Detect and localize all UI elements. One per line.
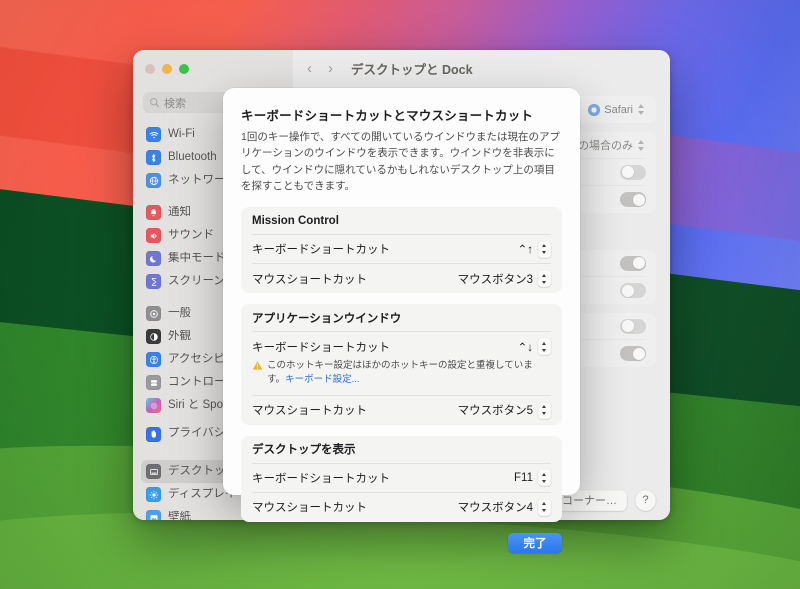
screen-time-icon	[146, 274, 161, 289]
focus-moon-icon	[146, 251, 161, 266]
row-keyboard-shortcut[interactable]: キーボードショートカット ⌃↓ このホットキー設定はほかのホットキーの設定と重複…	[252, 332, 551, 396]
keyboard-shortcut-popup[interactable]: ⌃↓	[517, 338, 551, 356]
toggle-switch[interactable]	[620, 164, 646, 180]
row-mouse-shortcut[interactable]: マウスショートカット マウスボタン3	[252, 264, 551, 293]
mouse-shortcut-popup[interactable]: マウスボタン5	[457, 401, 551, 419]
close-button[interactable]	[145, 64, 155, 74]
keyboard-shortcut-popup[interactable]: ⌃↑	[517, 240, 551, 258]
row-main: キーボードショートカット ⌃↓	[252, 337, 551, 356]
sidebar-item-label: 壁紙	[168, 510, 191, 520]
mouse-shortcut-popup[interactable]: マウスボタン4	[457, 498, 551, 516]
shortcut-value: マウスボタン5	[457, 405, 533, 418]
done-button[interactable]: 完了	[508, 532, 562, 553]
keyboard-shortcut-popup[interactable]: F11	[514, 469, 551, 487]
safari-icon	[588, 103, 601, 116]
sidebar-item-label: サウンド	[168, 228, 214, 241]
sidebar-item-label: 通知	[168, 205, 191, 218]
warning-triangle-icon	[252, 361, 263, 370]
sidebar-item-label: 外観	[168, 329, 191, 342]
desktop-dock-icon	[146, 464, 161, 479]
stepper-icon	[637, 138, 646, 153]
shortcut-value: マウスボタン3	[457, 273, 533, 286]
stepper-icon[interactable]	[538, 401, 551, 419]
shortcut-value: F11	[514, 471, 533, 484]
notifications-icon	[146, 205, 161, 220]
control-center-icon	[146, 375, 161, 390]
row-keyboard-shortcut[interactable]: キーボードショートカット ⌃↑	[252, 235, 551, 265]
sidebar-item-label: 集中モード	[168, 251, 226, 264]
sheet-footer: 完了	[241, 532, 562, 557]
row-label: マウスショートカット	[252, 273, 367, 286]
popup-value: Safari	[604, 103, 633, 116]
search-placeholder: 検索	[164, 97, 186, 110]
shortcut-value: ⌃↑	[517, 244, 533, 257]
minimize-button[interactable]	[162, 64, 172, 74]
search-icon	[149, 97, 160, 108]
toggle-switch[interactable]	[620, 283, 646, 298]
default-browser-popup[interactable]: Safari	[588, 102, 646, 117]
row-mouse-shortcut[interactable]: マウスショートカット マウスボタン4	[252, 493, 551, 522]
shortcuts-sheet-dialog: キーボードショートカットとマウスショートカット 1回のキー操作で、すべての開いて…	[223, 88, 580, 553]
row-label: キーボードショートカット	[252, 472, 390, 485]
sheet-description: 1回のキー操作で、すべての開いているウインドウまたは現在のアプリケーションのウイ…	[241, 131, 560, 192]
appearance-icon	[146, 329, 161, 344]
conflict-warning: このホットキー設定はほかのホットキーの設定と重複しています。キーボード設定...	[252, 359, 551, 388]
wifi-icon	[146, 127, 161, 142]
network-icon	[146, 173, 161, 188]
row-label: マウスショートカット	[252, 502, 367, 515]
back-button[interactable]: ‹	[307, 61, 312, 76]
row-mouse-shortcut[interactable]: マウスショートカット マウスボタン5	[252, 396, 551, 425]
row-label: キーボードショートカット	[252, 341, 390, 354]
keyboard-settings-link[interactable]: キーボード設定...	[285, 374, 359, 385]
zoom-button[interactable]	[179, 64, 189, 74]
stepper-icon[interactable]	[538, 270, 551, 288]
section-title: Mission Control	[252, 207, 551, 236]
forward-button[interactable]: ›	[328, 61, 333, 76]
shortcut-value: マウスボタン4	[457, 502, 533, 515]
toggle-switch[interactable]	[620, 192, 646, 207]
section-show-desktop: デスクトップを表示 キーボードショートカット F11 マウスショートカット マウ…	[241, 435, 562, 522]
mouse-shortcut-popup[interactable]: マウスボタン3	[457, 270, 551, 288]
general-gear-icon	[146, 306, 161, 321]
stepper-icon[interactable]	[538, 338, 551, 356]
wallpaper-icon	[146, 510, 161, 520]
shortcut-value: ⌃↓	[517, 341, 533, 354]
toggle-switch[interactable]	[620, 346, 646, 361]
stepper-icon[interactable]	[538, 498, 551, 516]
row-label: マウスショートカット	[252, 405, 367, 418]
sidebar-item-label: Wi-Fi	[168, 127, 195, 140]
toggle-switch[interactable]	[620, 318, 646, 334]
window-titlebar: ‹ › デスクトップと Dock	[293, 50, 670, 86]
row-label: キーボードショートカット	[252, 244, 390, 257]
section-title: デスクトップを表示	[252, 436, 551, 464]
accessibility-icon	[146, 352, 161, 367]
page-title: デスクトップと Dock	[351, 62, 473, 77]
sidebar-item-label: 一般	[168, 306, 191, 319]
section-application-windows: アプリケーションウインドウ キーボードショートカット ⌃↓ このホットキー設定は…	[241, 304, 562, 425]
help-button[interactable]: ?	[635, 489, 656, 511]
stepper-icon[interactable]	[538, 240, 551, 258]
sound-icon	[146, 228, 161, 243]
warning-text: このホットキー設定はほかのホットキーの設定と重複しています。キーボード設定...	[267, 359, 549, 388]
section-title: アプリケーションウインドウ	[252, 304, 551, 333]
siri-icon	[146, 398, 161, 413]
privacy-hand-icon	[146, 426, 161, 442]
toggle-switch[interactable]	[620, 255, 646, 271]
stepper-icon[interactable]	[538, 469, 551, 487]
row-keyboard-shortcut[interactable]: キーボードショートカット F11	[252, 464, 551, 493]
sidebar-item-label: Bluetooth	[168, 150, 217, 163]
sheet-title: キーボードショートカットとマウスショートカット	[241, 109, 534, 123]
traffic-lights[interactable]	[145, 64, 189, 74]
display-icon	[146, 487, 161, 502]
bluetooth-icon	[146, 150, 161, 165]
section-mission-control: Mission Control キーボードショートカット ⌃↑ マウスショートカ…	[241, 207, 562, 294]
stepper-icon	[637, 102, 646, 117]
